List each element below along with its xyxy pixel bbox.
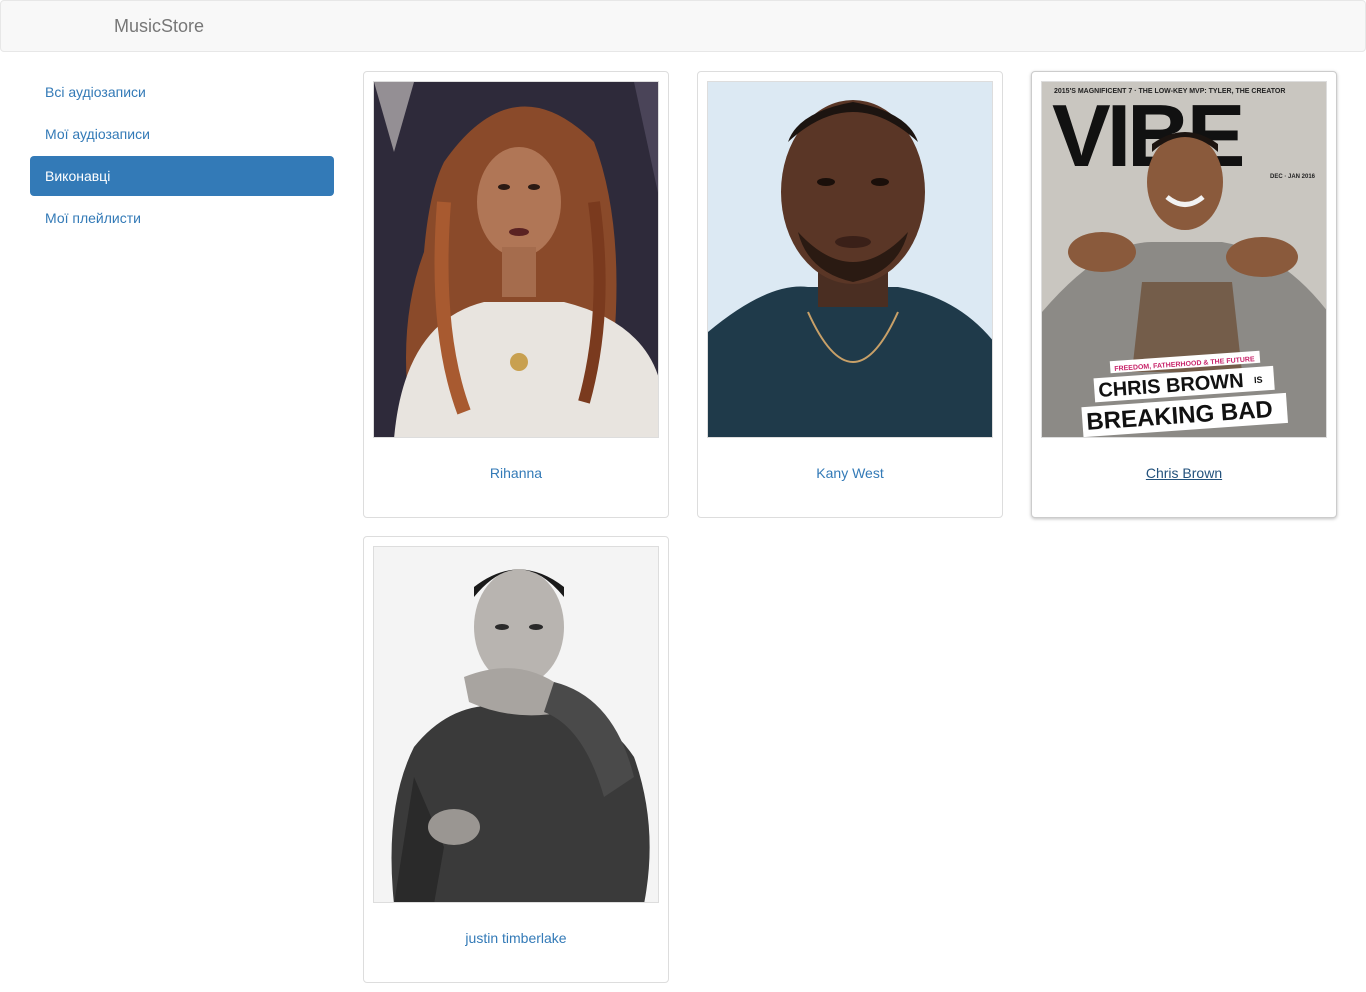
top-navbar: MusicStore bbox=[0, 0, 1366, 52]
sidebar-item-all-audio[interactable]: Всі аудіозаписи bbox=[30, 72, 334, 112]
artist-card[interactable]: 2015'S MAGNIFICENT 7 · THE LOW-KEY MVP: … bbox=[1031, 71, 1337, 518]
artist-name-link[interactable]: Rihanna bbox=[364, 463, 668, 483]
vibe-issue-date: DEC · JAN 2016 bbox=[1270, 174, 1316, 180]
sidebar-nav: Всі аудіозаписи Мої аудіозаписи Виконавц… bbox=[30, 72, 334, 240]
artist-photo[interactable] bbox=[373, 546, 659, 903]
artist-name-link[interactable]: justin timberlake bbox=[364, 928, 668, 948]
artist-photo[interactable] bbox=[707, 81, 993, 438]
artist-name-link[interactable]: Chris Brown bbox=[1032, 463, 1336, 483]
artist-photo[interactable] bbox=[373, 81, 659, 438]
artist-photo[interactable]: 2015'S MAGNIFICENT 7 · THE LOW-KEY MVP: … bbox=[1041, 81, 1327, 438]
sidebar-item-my-audio[interactable]: Мої аудіозаписи bbox=[30, 114, 334, 154]
artist-name-link[interactable]: Kany West bbox=[698, 463, 1002, 483]
sidebar-item-my-playlists[interactable]: Мої плейлисти bbox=[30, 198, 334, 238]
vibe-headline-is: IS bbox=[1254, 375, 1263, 386]
sidebar-item-artists[interactable]: Виконавці bbox=[30, 156, 334, 196]
artist-card[interactable]: justin timberlake bbox=[363, 536, 669, 983]
artist-card[interactable]: Kany West bbox=[697, 71, 1003, 518]
brand-link[interactable]: MusicStore bbox=[114, 16, 204, 36]
artist-card[interactable]: Rihanna bbox=[363, 71, 669, 518]
